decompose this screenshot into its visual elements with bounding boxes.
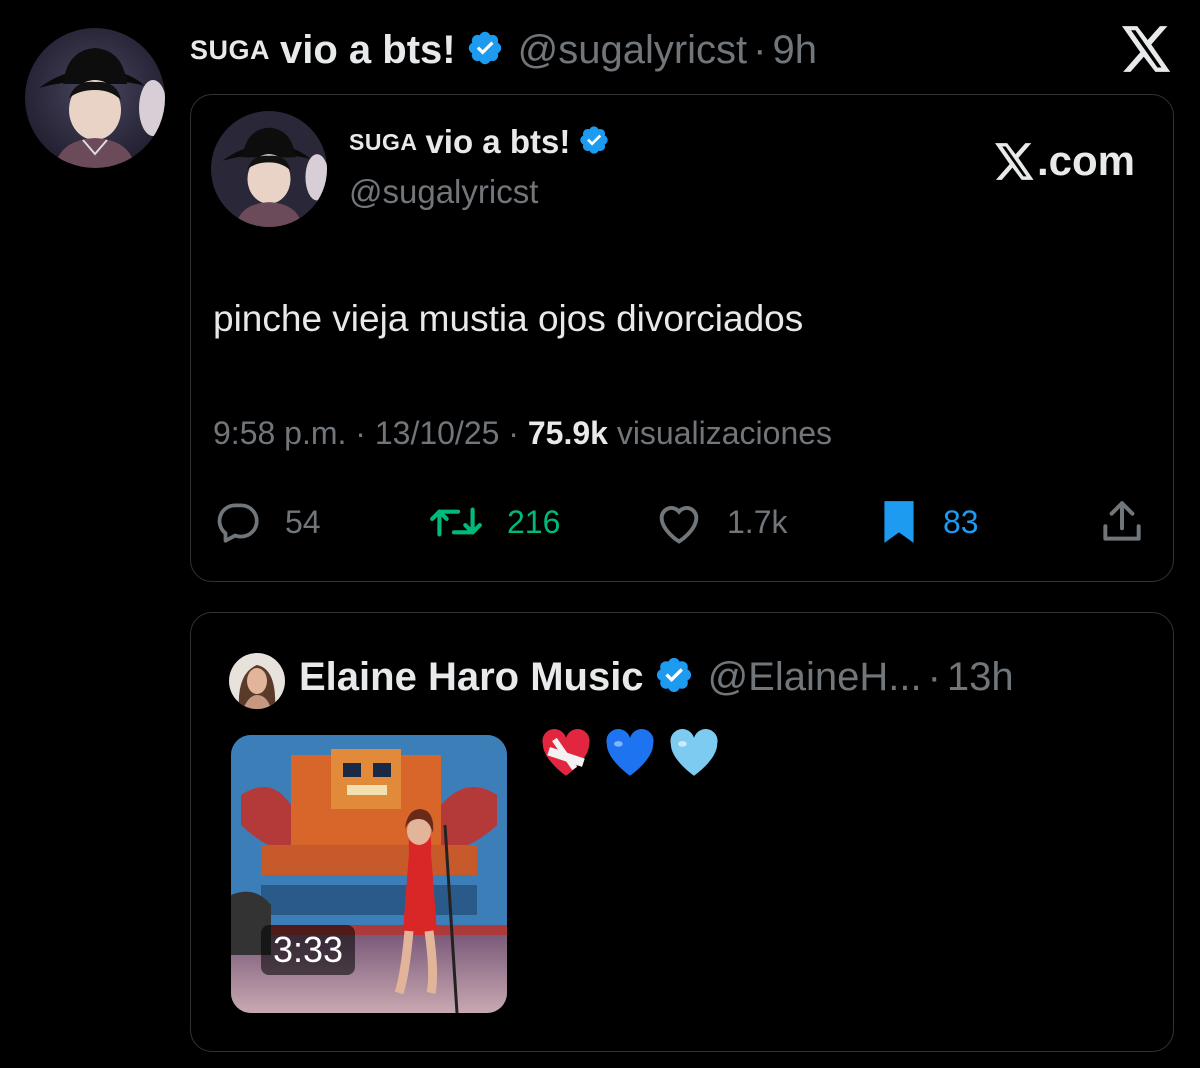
display-name-prefix[interactable]: SUGA [190,35,270,66]
reply-button[interactable]: 54 [213,497,321,547]
verified-badge-icon [654,655,694,700]
like-button[interactable]: 1.7k [653,497,787,547]
x-logo-icon [994,142,1034,180]
video-thumbnail[interactable]: 3:33 [231,735,507,1013]
share-icon [1103,501,1141,541]
verified-badge-icon [578,124,610,161]
reply-tweet-header: Elaine Haro Music @ElaineH... · 13h [299,655,1014,700]
tweet-meta: 9:58 p.m. · 13/10/25 · 75.9k visualizaci… [213,415,832,452]
profile-avatar[interactable] [229,653,285,709]
video-duration: 3:33 [261,925,356,975]
tweet-text: pinche vieja mustia ojos divorciados [213,298,804,339]
bookmark-icon [884,501,914,543]
display-name[interactable]: vio a bts! [425,123,570,161]
embedded-tweet-card[interactable]: Elaine Haro Music @ElaineH... · 13h 3:33 [190,612,1174,1052]
view-label: visualizaciones [607,415,833,451]
tweet-screenshot: SUGA vio a bts! @sugalyricst · 9h SUGA v… [0,0,1200,1068]
verified-badge-icon [466,29,504,72]
reply-count: 54 [285,503,321,540]
bookmark-count: 83 [943,503,979,540]
meta-separator: · [346,415,375,451]
view-count: 75.9k [527,415,608,451]
heart-icon [659,506,699,544]
mending-heart-icon [542,728,590,776]
share-button[interactable] [1097,497,1169,547]
profile-avatar[interactable] [211,111,327,227]
repost-button[interactable]: 216 [427,497,560,547]
emoji-row [537,725,729,783]
display-name[interactable]: vio a bts! [280,28,456,73]
display-name-prefix[interactable]: SUGA [349,129,417,156]
username-handle[interactable]: @ElaineH... [708,655,922,700]
repost-count: 216 [507,503,561,540]
tweet-header: SUGA vio a bts! @sugalyricst · 9h [190,22,817,78]
repost-icon [430,507,482,537]
tweet-time[interactable]: 9h [773,28,818,73]
x-logo-icon[interactable] [1122,26,1172,72]
embedded-tweet-card[interactable]: SUGA vio a bts! @sugalyricst .com pinche… [190,94,1174,582]
light-blue-heart-icon [670,728,718,776]
tweet-time[interactable]: 13h [947,655,1014,700]
profile-avatar[interactable] [25,28,165,168]
reply-icon [217,503,259,543]
embedded-name-row: SUGA vio a bts! [349,123,624,161]
action-bar: 54 216 1.7k 83 [213,497,1153,547]
username-handle[interactable]: @sugalyricst [349,173,538,211]
source-domain: .com [1036,137,1135,184]
meta-time[interactable]: 9:58 p.m. [213,415,346,451]
bookmark-button[interactable]: 83 [877,497,979,547]
source-link[interactable]: .com [994,137,1135,185]
separator-dot: · [753,27,767,72]
blue-heart-icon [606,728,654,776]
meta-date[interactable]: 13/10/25 [375,415,500,451]
like-count: 1.7k [727,503,788,540]
separator-dot: · [927,655,941,699]
meta-separator: · [499,415,528,451]
username-handle[interactable]: @sugalyricst [518,28,748,73]
display-name[interactable]: Elaine Haro Music [299,655,644,700]
